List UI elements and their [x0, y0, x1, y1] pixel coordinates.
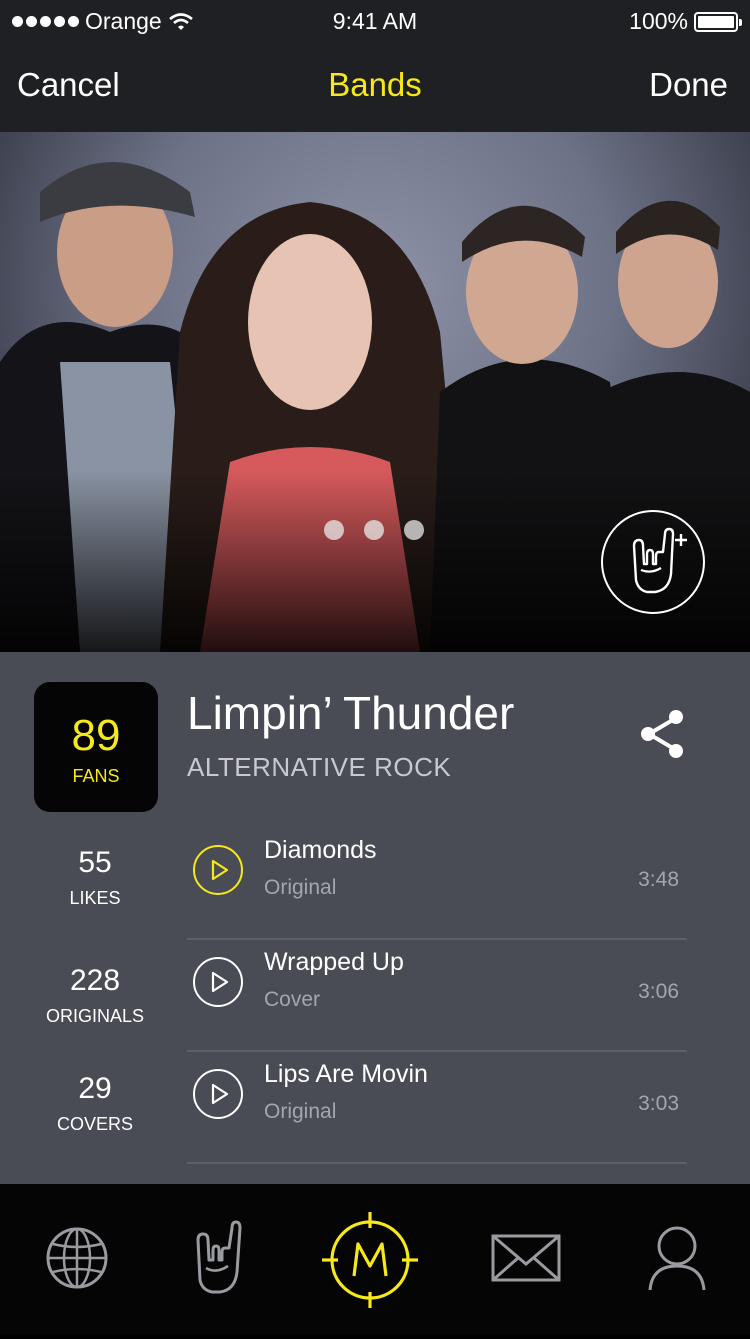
track-title: Diamonds: [264, 836, 377, 864]
battery-fill: [698, 15, 734, 28]
covers-stat: 29 COVERS: [20, 1072, 170, 1135]
tab-bar: [0, 1184, 750, 1334]
track-duration: 3:06: [638, 980, 679, 1003]
track-row[interactable]: Diamonds Original 3:48: [187, 828, 687, 940]
tab-messages[interactable]: [490, 1184, 562, 1334]
tab-bands[interactable]: [186, 1184, 250, 1334]
user-icon: [648, 1226, 706, 1291]
fans-badge: 89 FANS: [34, 682, 158, 812]
status-bar: Orange 9:41 AM 100%: [0, 0, 750, 44]
likes-stat: 55 LIKES: [20, 846, 170, 909]
originals-stat: 228 ORIGINALS: [20, 964, 170, 1027]
covers-label: COVERS: [56, 1114, 134, 1134]
likes-value: 55: [78, 846, 112, 879]
band-info-panel: 89 FANS Limpin’ Thunder ALTERNATIVE ROCK…: [0, 652, 750, 1184]
become-fan-button[interactable]: [601, 510, 705, 614]
track-duration: 3:48: [638, 868, 679, 891]
play-button[interactable]: [193, 845, 243, 895]
rock-hand-plus-icon: [632, 527, 687, 594]
play-button[interactable]: [193, 1069, 243, 1119]
originals-value: 228: [69, 964, 121, 997]
track-row[interactable]: Wrapped Up Cover 3:06: [187, 940, 687, 1052]
originals-label: ORIGINALS: [45, 1006, 145, 1026]
tab-discover[interactable]: [40, 1184, 114, 1334]
band-genre: ALTERNATIVE ROCK: [187, 752, 452, 782]
track-kind: Original: [264, 876, 337, 899]
page-dot[interactable]: [324, 520, 344, 540]
track-kind: Cover: [264, 988, 321, 1011]
play-icon: [211, 971, 229, 993]
play-button[interactable]: [193, 957, 243, 1007]
likes-label: LIKES: [69, 888, 121, 908]
covers-value: 29: [78, 1072, 112, 1105]
play-icon: [211, 1083, 229, 1105]
tab-home[interactable]: [320, 1184, 420, 1334]
navigation-bar: Cancel Bands Done: [0, 44, 750, 132]
m-target-icon: [322, 1212, 418, 1308]
track-title: Lips Are Movin: [264, 1060, 428, 1088]
track-row[interactable]: Lips Are Movin Original 3:03: [187, 1052, 687, 1164]
track-title: Wrapped Up: [264, 948, 404, 976]
play-icon: [211, 859, 229, 881]
battery-icon: [694, 11, 742, 32]
status-right: 100%: [629, 8, 742, 35]
nav-title: Bands: [328, 66, 422, 103]
globe-icon: [46, 1227, 108, 1289]
page-dot[interactable]: [364, 520, 384, 540]
share-button[interactable]: [638, 708, 686, 760]
track-kind: Original: [264, 1100, 337, 1123]
done-button[interactable]: Done: [649, 66, 728, 104]
fans-count: 89: [71, 711, 121, 760]
band-name: Limpin’ Thunder: [187, 687, 515, 739]
rock-hand-icon: [196, 1220, 242, 1294]
envelope-icon: [491, 1234, 561, 1282]
track-duration: 3:03: [638, 1092, 679, 1115]
tab-profile[interactable]: [644, 1184, 710, 1334]
fans-label: FANS: [72, 766, 120, 786]
share-icon: [641, 710, 683, 758]
page-dot[interactable]: [404, 520, 424, 540]
battery-percent: 100%: [629, 8, 688, 34]
page-indicator[interactable]: [324, 520, 424, 540]
